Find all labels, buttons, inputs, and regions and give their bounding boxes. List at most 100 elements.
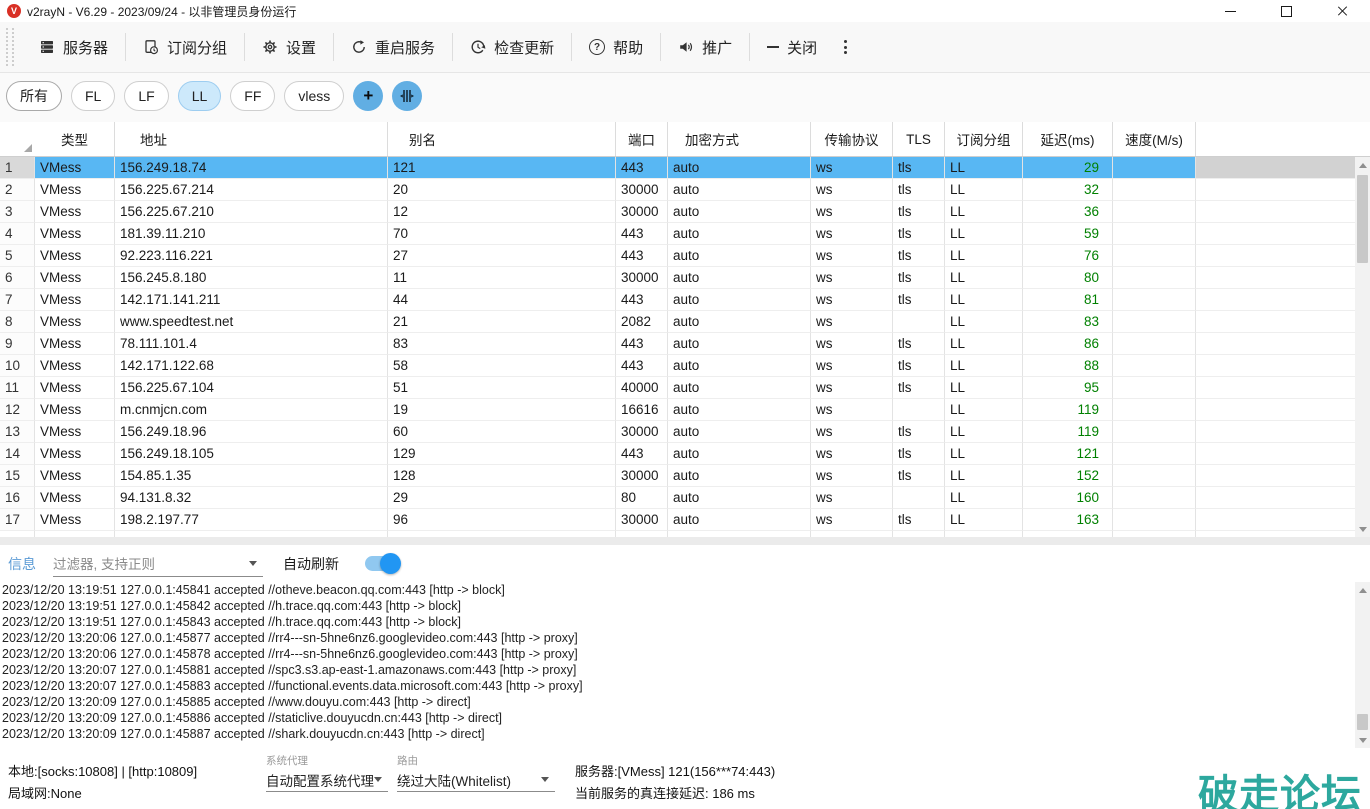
- cell-alias: 29: [388, 487, 616, 509]
- table-row[interactable]: 11VMess156.225.67.1045140000autowstlsLL9…: [0, 377, 1355, 399]
- table-row[interactable]: 15VMess154.85.1.3512830000autowstlsLL152: [0, 465, 1355, 487]
- table-row[interactable]: 2VMess156.225.67.2142030000autowstlsLL32: [0, 179, 1355, 201]
- cell-filler: [1196, 443, 1355, 465]
- minimize-icon: [1225, 11, 1236, 12]
- cell-group: LL: [945, 179, 1023, 201]
- table-row[interactable]: 5VMess92.223.116.22127443autowstlsLL76: [0, 245, 1355, 267]
- system-proxy-dropdown[interactable]: 系统代理 自动配置系统代理: [266, 755, 388, 792]
- table-row[interactable]: 3VMess156.225.67.2101230000autowstlsLL36: [0, 201, 1355, 223]
- cell-filler: [1196, 311, 1355, 333]
- more-menu-button[interactable]: [834, 40, 857, 54]
- table-row[interactable]: 10VMess142.171.122.6858443autowstlsLL88: [0, 355, 1355, 377]
- table-scrollbar-thumb[interactable]: [1357, 175, 1368, 263]
- settings-button[interactable]: 设置: [245, 30, 333, 64]
- filter-tab-vless[interactable]: vless: [284, 81, 344, 111]
- cell-security: auto: [668, 201, 811, 223]
- table-row[interactable]: 16VMess94.131.8.322980autowsLL160: [0, 487, 1355, 509]
- table-row[interactable]: 1VMess156.249.18.74121443autowstlsLL29: [0, 157, 1355, 179]
- table-row[interactable]: 6VMess156.245.8.1801130000autowstlsLL80: [0, 267, 1355, 289]
- cell-type: VMess: [35, 157, 115, 179]
- status-bar: 本地:[socks:10808] | [http:10809] 局域网:None…: [0, 748, 1370, 809]
- v2rayn-window: V v2rayN - V6.29 - 2023/09/24 - 以非管理员身份运…: [0, 0, 1370, 809]
- table-row[interactable]: 17VMess198.2.197.779630000autowstlsLL163: [0, 509, 1355, 531]
- header-corner[interactable]: [0, 122, 35, 156]
- log-output[interactable]: 2023/12/20 13:19:51 127.0.0.1:45841 acce…: [0, 582, 1348, 748]
- scroll-down-button[interactable]: [1355, 521, 1370, 537]
- column-header-speed[interactable]: 速度(M/s): [1113, 122, 1196, 156]
- cell-filler: [1196, 355, 1355, 377]
- table-row[interactable]: 4VMess181.39.11.21070443autowstlsLL59: [0, 223, 1355, 245]
- close-button[interactable]: [1314, 0, 1370, 22]
- toggle-knob: [380, 553, 401, 574]
- log-scrollbar-thumb[interactable]: [1357, 714, 1368, 730]
- table-row[interactable]: 13VMess156.249.18.966030000autowstlsLL11…: [0, 421, 1355, 443]
- cell-speed: [1113, 289, 1196, 311]
- corner-triangle-icon: [24, 144, 32, 152]
- filter-tab-所有[interactable]: 所有: [6, 81, 62, 111]
- check-update-button[interactable]: 检查更新: [453, 30, 571, 64]
- log-filter-input[interactable]: 过滤器, 支持正则: [53, 551, 263, 577]
- column-header-alias[interactable]: 别名: [388, 122, 616, 156]
- lan-text: 局域网:None: [8, 783, 197, 805]
- help-button[interactable]: ? 帮助: [572, 30, 660, 64]
- column-header-tls[interactable]: TLS: [893, 122, 945, 156]
- cell-speed: [1113, 179, 1196, 201]
- cell-transport: ws: [811, 421, 893, 443]
- table-bottom-strip: [0, 537, 1370, 545]
- cell-alias: 60: [388, 421, 616, 443]
- cell-security: auto: [668, 311, 811, 333]
- scroll-up-button[interactable]: [1355, 582, 1370, 598]
- cell-delay: 32: [1023, 179, 1113, 201]
- maximize-button[interactable]: [1258, 0, 1314, 22]
- cell-address: 142.171.141.211: [115, 289, 388, 311]
- cell-transport: ws: [811, 311, 893, 333]
- servers-menu-button[interactable]: 服务器: [22, 30, 125, 64]
- sliders-filter-button[interactable]: [392, 81, 422, 111]
- add-group-button[interactable]: +: [353, 81, 383, 111]
- scroll-down-button[interactable]: [1355, 732, 1370, 748]
- table-row[interactable]: 12VMessm.cnmjcn.com1916616autowsLL119: [0, 399, 1355, 421]
- filter-tab-FF[interactable]: FF: [230, 81, 275, 111]
- cell-speed: [1113, 399, 1196, 421]
- cell-port: 443: [616, 333, 668, 355]
- info-label[interactable]: 信息: [8, 554, 36, 574]
- cell-group: LL: [945, 223, 1023, 245]
- restart-service-button[interactable]: 重启服务: [334, 30, 452, 64]
- table-row[interactable]: 9VMess78.111.101.483443autowstlsLL86: [0, 333, 1355, 355]
- system-proxy-label: 系统代理: [266, 755, 388, 768]
- exit-button[interactable]: 关闭: [750, 30, 834, 64]
- toolbar-grip[interactable]: [6, 28, 14, 66]
- table-body: 1VMess156.249.18.74121443autowstlsLL292V…: [0, 157, 1355, 537]
- column-header-address[interactable]: 地址: [115, 122, 388, 156]
- column-header-security[interactable]: 加密方式: [668, 122, 811, 156]
- cell-transport: ws: [811, 289, 893, 311]
- routing-dropdown[interactable]: 路由 绕过大陆(Whitelist): [397, 755, 555, 792]
- subscription-group-button[interactable]: 订阅分组: [126, 30, 244, 64]
- column-header-type[interactable]: 类型: [35, 122, 115, 156]
- cell-group: LL: [945, 201, 1023, 223]
- cell-transport: ws: [811, 443, 893, 465]
- header-scroll-gap: [1355, 122, 1370, 156]
- chevron-down-icon: [374, 777, 382, 782]
- log-scrollbar[interactable]: [1355, 582, 1370, 748]
- column-header-port[interactable]: 端口: [616, 122, 668, 156]
- active-server-text: 服务器:[VMess] 121(156***74:443): [575, 761, 775, 783]
- filter-tab-LF[interactable]: LF: [124, 81, 168, 111]
- minimize-button[interactable]: [1202, 0, 1258, 22]
- promotion-button[interactable]: 推广: [661, 30, 749, 64]
- column-header-delay[interactable]: 延迟(ms): [1023, 122, 1113, 156]
- column-header-transport[interactable]: 传输协议: [811, 122, 893, 156]
- filter-tab-LL[interactable]: LL: [178, 81, 222, 111]
- scroll-up-button[interactable]: [1355, 157, 1370, 173]
- column-header-group[interactable]: 订阅分组: [945, 122, 1023, 156]
- cell-delay: 59: [1023, 223, 1113, 245]
- cell-speed: [1113, 333, 1196, 355]
- cell-delay: 163: [1023, 509, 1113, 531]
- table-scrollbar[interactable]: [1355, 157, 1370, 537]
- filter-tab-FL[interactable]: FL: [71, 81, 115, 111]
- table-row[interactable]: 14VMess156.249.18.105129443autowstlsLL12…: [0, 443, 1355, 465]
- table-row[interactable]: 7VMess142.171.141.21144443autowstlsLL81: [0, 289, 1355, 311]
- table-row[interactable]: 8VMesswww.speedtest.net212082autowsLL83: [0, 311, 1355, 333]
- auto-refresh-toggle[interactable]: [365, 556, 399, 571]
- cell-index: 2: [0, 179, 35, 201]
